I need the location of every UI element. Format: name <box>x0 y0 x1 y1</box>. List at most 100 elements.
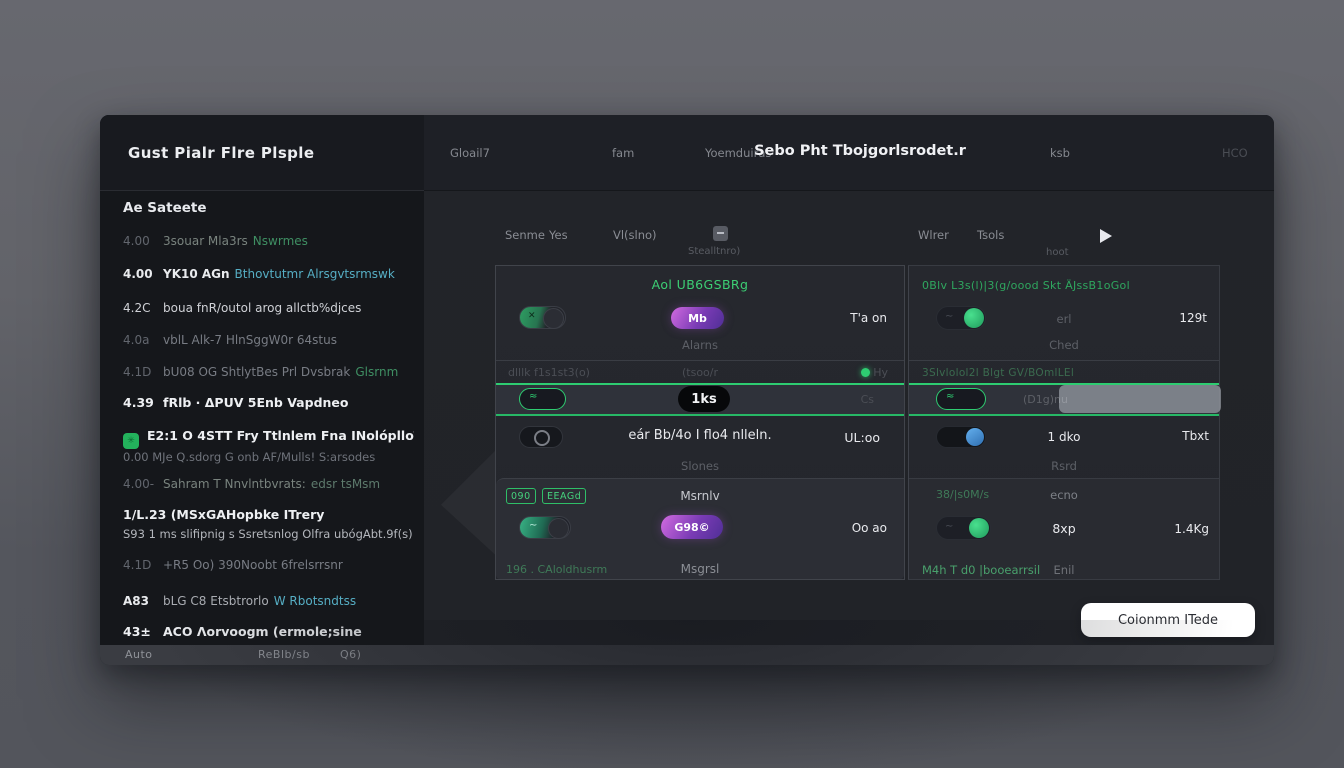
row-label: 8xp <box>909 521 1219 536</box>
sidebar-section-label: Ae Sateete <box>123 200 207 216</box>
app-window: Gust Pialr Flre Plsple Ae Sateete 4.00 3… <box>100 115 1274 665</box>
list-item[interactable]: A83 bLG C8 Etsbtrorlo W Rbotsndtss <box>123 593 414 609</box>
row-caption: Rsrd <box>909 459 1219 473</box>
item-text: E2:1 O 4STT Fry Ttlnlem Fna INolóplloTSB… <box>147 428 414 444</box>
item-time: 4.1D <box>123 364 157 380</box>
power-toggle[interactable] <box>519 306 566 329</box>
nav-item-active[interactable]: Sebo Pht Tbojgorlsrodet.r <box>730 143 990 159</box>
desktop-background: Gust Pialr Flre Plsple Ae Sateete 4.00 3… <box>0 0 1344 768</box>
row-label: eár Bb/4o I flo4 nlleln. <box>496 428 904 443</box>
item-text: ACO Λorvoogm (ermole;sine <box>163 624 362 640</box>
mode-pill[interactable]: Mb <box>671 307 724 329</box>
nav-item[interactable]: fam <box>612 146 634 160</box>
item-text: vblL Alk-7 HlnSggW0r 64stus <box>163 332 337 348</box>
section-header-center: ecno <box>909 488 1219 502</box>
nav-item[interactable]: ksb <box>1050 146 1070 160</box>
list-item[interactable]: 43± ACO Λorvoogm (ermole;sine <box>123 624 414 640</box>
minimize-box-icon[interactable] <box>713 226 728 241</box>
mode-pill[interactable]: G98© <box>661 515 723 539</box>
play-icon[interactable] <box>1100 229 1112 243</box>
selected-toggle[interactable] <box>519 388 566 410</box>
nav-item[interactable]: HCO <box>1222 146 1248 160</box>
status-item[interactable]: Auto <box>125 648 153 661</box>
status-dot-icon <box>861 368 870 377</box>
list-item[interactable]: 4.00 3souar Mla3rs Nswrmes <box>123 233 414 249</box>
item-time: 4.1D <box>123 557 157 573</box>
item-tail: Bthovtutmr Alrsgvtsrmswk <box>235 266 395 282</box>
selected-toggle[interactable] <box>936 388 986 410</box>
list-item[interactable]: 4.39 fRlb · ΔPUV 5Enb Vapdneo <box>123 395 414 411</box>
menu-item[interactable]: Vl(slno) <box>613 228 657 242</box>
sidebar-header: Gust Pialr Flre Plsple <box>100 115 424 191</box>
item-time: 4.00 <box>123 266 157 282</box>
row-value: 1.4Kg <box>1174 522 1209 536</box>
section-header-right: Hy <box>873 366 888 379</box>
item-text: bLG C8 Etsbtrorlo <box>163 593 269 609</box>
value-pill[interactable]: 1ks <box>678 386 730 412</box>
list-item[interactable]: 4.00 YK10 AGn Bthovtutmr Alrsgvtsrmswk <box>123 266 414 282</box>
section-header-center: (tsoo/r <box>496 366 904 379</box>
item-text: Sahram T Nnvlntbvrats: <box>163 476 306 492</box>
item-time: 4.00 <box>123 233 157 249</box>
row-label: 1 dko <box>909 430 1219 444</box>
main-area: Gloail7 fam Yoemduiras Sebo Pht Tbojgorl… <box>424 115 1274 645</box>
item-subtitle: 0.00 MJe Q.sdorg G onb AF/Mulls! S:arsod… <box>123 449 414 465</box>
row-value: UL:oo <box>844 430 880 445</box>
window-title: Gust Pialr Flre Plsple <box>128 144 314 162</box>
list-item[interactable]: 1/L.23 (MSxGAHopbke ITrery S93 1 ms slif… <box>123 507 414 542</box>
confirm-button[interactable]: Coionmm ITede <box>1081 603 1255 637</box>
item-text: 3souar Mla3rs <box>163 233 248 249</box>
item-tail: W Rbotsndtss <box>274 593 356 609</box>
footer-label: Msgrsl <box>496 562 904 576</box>
item-text: 1/L.23 (MSxGAHopbke ITrery <box>123 507 324 523</box>
list-item[interactable]: ✳ E2:1 O 4STT Fry Ttlnlem Fna INolóplloT… <box>123 428 414 465</box>
watermark-triangle <box>441 445 501 560</box>
row-caption: Ched <box>909 338 1219 352</box>
teal-toggle[interactable] <box>519 516 571 539</box>
list-item[interactable]: 4.2C boua fnR/outol arog allctb%djces <box>123 300 414 316</box>
highlighted-row[interactable]: 1ks Cs <box>496 383 904 416</box>
item-time: 4.0a <box>123 332 157 348</box>
divider <box>496 360 904 361</box>
row-caption: Slones <box>496 459 904 473</box>
menu-item[interactable]: Tsols <box>977 228 1004 242</box>
row-value: Oo ao <box>852 521 887 535</box>
toolbar-right-label: hoot <box>1046 247 1069 258</box>
item-time: 4.39 <box>123 395 157 411</box>
status-bar: Auto ReBlb/sb Q6) <box>100 645 1274 665</box>
item-text: fRlb · ΔPUV 5Enb Vapdneo <box>163 395 348 411</box>
settings-panel-right: 0Blv L3s(l)|3(g/oood Skt ÄJssB1oGol erl … <box>908 265 1220 580</box>
panel-subsection: 090 EEAGd Msrnlv G98© Oo ao 196 . CAlold… <box>496 478 904 579</box>
item-text: boua fnR/outol arog allctb%djces <box>163 300 361 316</box>
list-item[interactable]: 4.0a vblL Alk-7 HlnSggW0r 64stus <box>123 332 414 348</box>
footer-label: Enil <box>909 563 1219 577</box>
sidebar: Gust Pialr Flre Plsple Ae Sateete 4.00 3… <box>100 115 425 645</box>
item-time: 4.2C <box>123 300 157 316</box>
list-item[interactable]: 4.1D +R5 Oo) 390Noobt 6frelsrrsnr <box>123 557 414 573</box>
status-item[interactable]: ReBlb/sb <box>258 648 310 661</box>
item-subtitle: S93 1 ms slifipnig s Ssretsnlog Olfra ub… <box>123 526 414 542</box>
item-time: A83 <box>123 593 157 609</box>
item-time: 4.00- <box>123 476 157 492</box>
scrollbar-thumb[interactable] <box>1059 385 1221 413</box>
item-tail: edsr tsMsm <box>311 476 380 492</box>
panel-title: 0Blv L3s(l)|3(g/oood Skt ÄJssB1oGol <box>922 279 1130 292</box>
section-header-center: Msrnlv <box>496 489 904 503</box>
menu-item[interactable]: Wlrer <box>918 228 949 242</box>
panel-title: Aol UB6GSBRg <box>496 277 904 292</box>
list-item[interactable]: 4.1D bU08 OG ShtlytBes Prl Dvsbrak Glsrn… <box>123 364 414 380</box>
top-navigation: Gloail7 fam Yoemduiras Sebo Pht Tbojgorl… <box>424 115 1274 191</box>
item-text: +R5 Oo) 390Noobt 6frelsrrsnr <box>163 557 343 573</box>
row-value: Tbxt <box>1182 429 1209 443</box>
settings-panel-left: Aol UB6GSBRg Mb T'a on Alarns dlllk f1s1… <box>495 265 905 580</box>
menu-item[interactable]: Yes <box>549 228 568 242</box>
item-tail: Glsrnm <box>355 364 398 380</box>
row-value: 129t <box>1179 311 1207 325</box>
nav-item[interactable]: Gloail7 <box>450 146 490 160</box>
status-item[interactable]: Q6) <box>340 648 361 661</box>
list-item[interactable]: 4.00- Sahram T Nnvlntbvrats: edsr tsMsm <box>123 476 414 492</box>
item-text: YK10 AGn <box>163 266 230 282</box>
item-tail: Nswrmes <box>253 233 308 249</box>
row-caption: Alarns <box>496 338 904 352</box>
menu-item[interactable]: Senme <box>505 228 545 242</box>
